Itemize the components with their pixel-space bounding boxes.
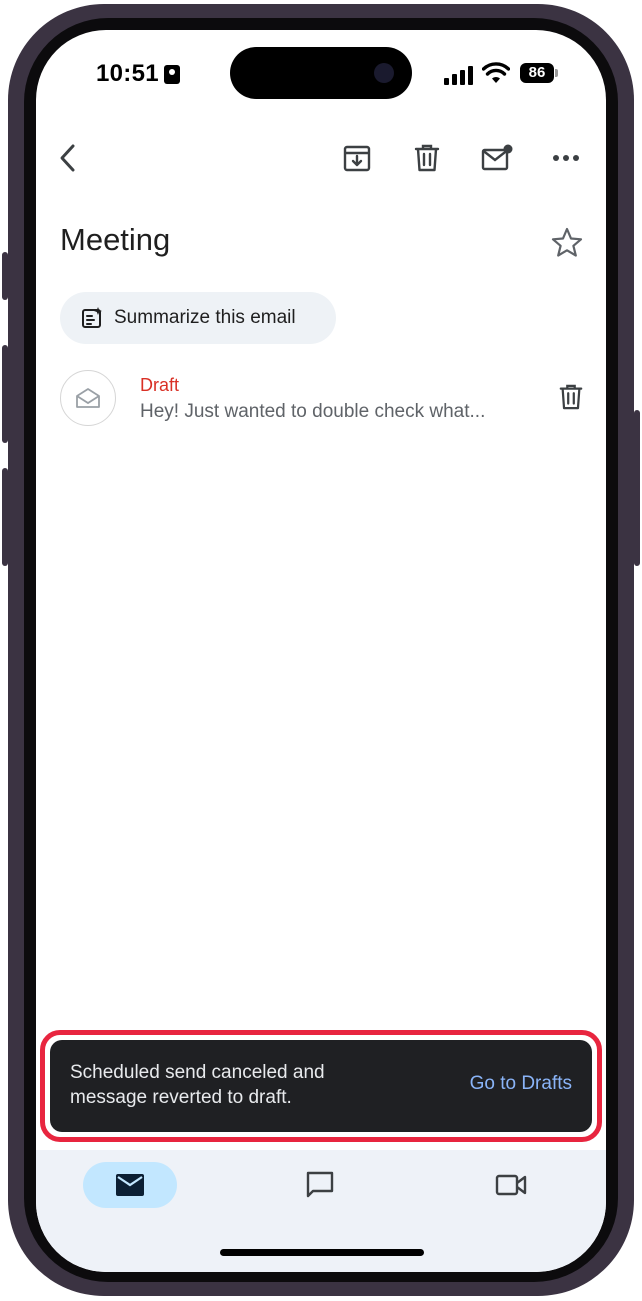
- archive-icon: [343, 145, 371, 172]
- video-icon: [495, 1174, 527, 1196]
- nav-mail-tab[interactable]: [83, 1162, 177, 1208]
- draft-message-item[interactable]: Draft Hey! Just wanted to double check w…: [36, 360, 606, 440]
- star-icon[interactable]: [550, 226, 584, 260]
- action-button: [2, 252, 8, 300]
- battery-level: 86: [520, 63, 554, 83]
- summarize-sparkle-icon: [82, 307, 102, 328]
- summarize-label: Summarize this email: [114, 307, 296, 328]
- contact-card-icon: [164, 65, 180, 84]
- more-horizontal-icon: [553, 155, 579, 161]
- trash-icon: [559, 384, 583, 410]
- open-envelope-icon: [76, 388, 100, 408]
- go-to-drafts-button[interactable]: Go to Drafts: [470, 1073, 572, 1095]
- mail-icon: [116, 1174, 144, 1196]
- dynamic-island: [230, 47, 412, 99]
- power-button: [634, 410, 640, 566]
- chat-icon: [306, 1171, 334, 1198]
- chevron-left-icon: [60, 144, 75, 172]
- cellular-signal-icon: [444, 65, 474, 85]
- summarize-email-button[interactable]: Summarize this email: [60, 292, 336, 344]
- back-button[interactable]: [50, 140, 86, 176]
- discard-draft-button[interactable]: [558, 382, 590, 416]
- more-options-button[interactable]: [548, 140, 584, 176]
- trash-icon: [414, 144, 440, 172]
- status-bar: 10:51 86: [36, 30, 606, 110]
- draft-snippet: Hey! Just wanted to double check what...: [140, 401, 486, 422]
- snackbar: Scheduled send canceled and message reve…: [50, 1040, 592, 1132]
- archive-button[interactable]: [339, 140, 375, 176]
- delete-button[interactable]: [409, 140, 445, 176]
- mark-unread-button[interactable]: [479, 140, 515, 176]
- home-indicator[interactable]: [220, 1249, 424, 1256]
- wifi-icon: [482, 62, 510, 83]
- nav-meet-tab[interactable]: [464, 1162, 558, 1208]
- mail-unread-icon: [481, 144, 513, 171]
- screen: 10:51 86 Meeting Summarize this email Dr…: [36, 30, 606, 1272]
- draft-label: Draft: [140, 375, 180, 395]
- snackbar-message: Scheduled send canceled and message reve…: [70, 1062, 325, 1108]
- email-subject: Meeting: [60, 222, 171, 257]
- avatar: [60, 370, 116, 426]
- volume-down-button: [2, 468, 8, 566]
- battery-tip: [555, 69, 558, 77]
- status-time: 10:51: [96, 60, 159, 87]
- nav-chat-tab[interactable]: [273, 1162, 367, 1208]
- camera-icon: [374, 63, 394, 83]
- volume-up-button: [2, 345, 8, 443]
